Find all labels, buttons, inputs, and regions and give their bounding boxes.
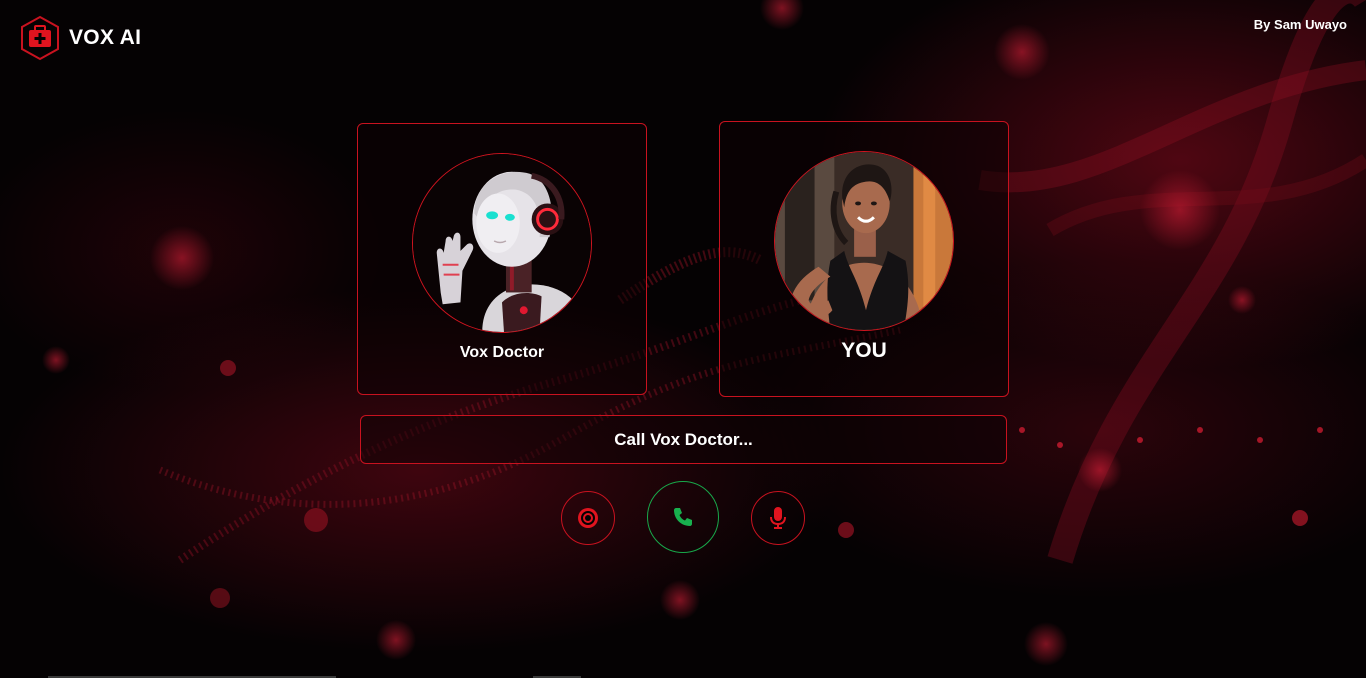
medical-kit-icon bbox=[21, 15, 59, 61]
robot-doctor-image bbox=[413, 154, 591, 332]
author-credit: By Sam Uwayo bbox=[1253, 17, 1347, 32]
call-status-text: Call Vox Doctor... bbox=[614, 429, 753, 449]
user-card: YOU bbox=[719, 121, 1009, 397]
record-button[interactable] bbox=[561, 491, 615, 545]
phone-icon bbox=[674, 508, 692, 526]
doctor-card: Vox Doctor bbox=[357, 123, 647, 395]
brand-name: VOX AI bbox=[69, 26, 142, 49]
brand: VOX AI bbox=[20, 15, 141, 61]
user-avatar bbox=[774, 151, 954, 331]
microphone-button[interactable] bbox=[751, 491, 805, 545]
dna-background bbox=[42, 0, 1366, 666]
call-status-bar: Call Vox Doctor... bbox=[360, 415, 1007, 464]
user-name: YOU bbox=[841, 339, 887, 362]
call-button[interactable] bbox=[647, 481, 719, 553]
user-photo bbox=[775, 152, 953, 330]
doctor-avatar bbox=[412, 153, 592, 333]
doctor-name: Vox Doctor bbox=[459, 344, 545, 361]
microphone-icon bbox=[770, 507, 786, 529]
app-stage: VOX AI By Sam Uwayo Vox Doctor YOU Call … bbox=[0, 0, 1366, 678]
record-icon bbox=[578, 508, 598, 528]
